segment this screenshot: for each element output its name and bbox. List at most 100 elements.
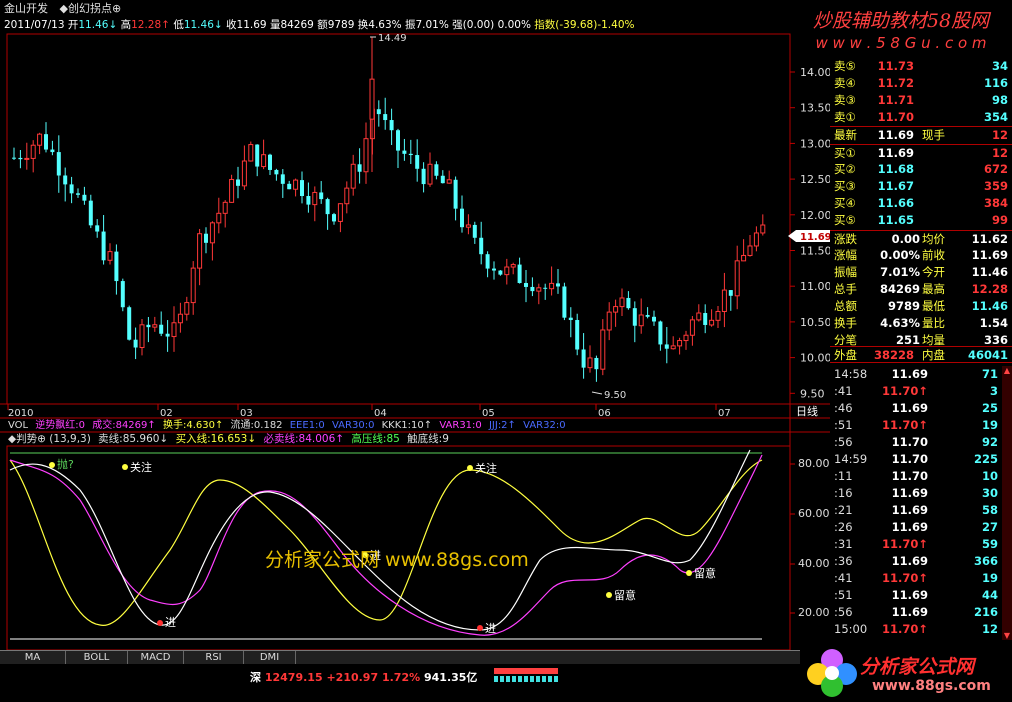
tick-scrollbar[interactable]: ▲ ▼: [1002, 366, 1012, 641]
stat-label: 总手: [834, 282, 857, 296]
stat-row: 总手 84269 最高 12.28: [830, 281, 1012, 298]
tick-time: :46: [834, 401, 853, 415]
tick-volume: 10: [981, 469, 998, 483]
stat-value-2: 11.62: [971, 232, 1008, 246]
buy-level-2-volume: 672: [983, 162, 1008, 176]
tick-price: 11.70: [891, 469, 928, 483]
tick-price: 11.70↑: [881, 418, 928, 432]
tick-volume: 216: [973, 605, 998, 619]
date-label: 2010: [8, 408, 33, 419]
stat-label-2: 均价: [922, 232, 945, 246]
tick-price: 11.70↑: [881, 622, 928, 636]
watermark-88gs: 分析家公式网 www.88gs.com: [265, 549, 529, 571]
tick-time: :31: [834, 537, 853, 551]
label-stop: 抛?: [57, 457, 74, 471]
tick-volume: 71: [981, 367, 998, 381]
tick-volume: 30: [981, 486, 998, 500]
tick-volume: 92: [981, 435, 998, 449]
label-stay-2: 留意: [694, 566, 716, 580]
sell-level-4: 卖① 11.70 354: [830, 109, 1012, 126]
tick-volume: 44: [981, 588, 998, 602]
buy-level-5-label: 买⑤: [834, 213, 856, 227]
label-in-1: 进: [165, 616, 176, 629]
logo-url: www.88gs.com: [872, 678, 991, 694]
buy-level-4-price: 11.66: [877, 196, 914, 210]
tick-row: :21 11.69 58: [830, 502, 1012, 519]
stat-label: 换手: [834, 316, 857, 330]
market-pct: 1.72%: [381, 671, 421, 684]
date-label: 05: [482, 408, 495, 419]
buy-level-3-label: 买③: [834, 179, 856, 193]
formula-title[interactable]: ◆创幻拐点⊕: [60, 2, 122, 15]
buy-level-3: 买③ 11.67 359: [830, 178, 1012, 195]
osc-sell-line: [9, 449, 751, 631]
vol-indicator-line: VOL 逆势飘红:0 成交:84269↑ 换手:4.630↑ 流通:0.182 …: [8, 418, 566, 431]
osc-markers: 抛? 关注 关注 进 进 进 留意 留意: [49, 457, 716, 635]
tick-price: 11.70↑: [881, 571, 928, 585]
tick-row: 14:59 11.70 225: [830, 451, 1012, 468]
tick-time: 14:58: [834, 367, 868, 381]
osc-params: (13,9,3): [49, 433, 91, 445]
market-change: +210.97: [326, 671, 379, 684]
logo-88gs: 分析家公式网 www.88gs.com: [800, 640, 1012, 702]
market-index-value: 12479.15: [264, 671, 323, 684]
scroll-up-icon[interactable]: ▲: [1002, 366, 1012, 376]
stat-row: 总额 9789 最低 11.46: [830, 298, 1012, 315]
tick-row: :46 11.69 25: [830, 400, 1012, 417]
tick-time: :21: [834, 503, 853, 517]
price-tick: 10.00: [800, 352, 830, 365]
period-label[interactable]: 日线: [796, 404, 818, 418]
tick-price: 11.69: [891, 520, 928, 534]
vol-text5: 流通:0.182: [231, 418, 283, 431]
tick-time: 14:59: [834, 452, 868, 466]
tab-dmi[interactable]: DMI: [244, 651, 296, 665]
tick-time: :16: [834, 486, 853, 500]
stat-label-2: 最低: [922, 299, 945, 313]
tick-volume: 19: [981, 418, 998, 432]
logo-flower-icon: [804, 646, 860, 698]
sell-level-3-price: 11.71: [877, 93, 914, 107]
date-label: 03: [240, 408, 253, 419]
quote-panel: 卖⑤ 11.73 34 卖④ 11.72 116 卖③ 11.71 98 卖① 11.70 354 最…: [830, 58, 1012, 643]
kline-chart[interactable]: 14.00 13.50 13.00 12.50 12.00 11.50 11.00 10.50…: [0, 30, 830, 650]
vol-text10: JJJ:2↑: [488, 420, 516, 431]
price-tick: 11.00: [800, 280, 830, 293]
tab-rsi[interactable]: RSI: [184, 651, 244, 665]
sell-level-1-price: 11.73: [877, 59, 914, 73]
tab-macd[interactable]: MACD: [128, 651, 184, 665]
tick-volume: 12: [981, 622, 998, 636]
latest-price: 11.69: [877, 128, 914, 142]
tick-row: :41 11.70↑ 19: [830, 570, 1012, 587]
stat-label: 振幅: [834, 265, 857, 279]
tab-ma[interactable]: MA: [0, 651, 66, 665]
inner-value: 46041: [967, 348, 1008, 362]
tick-row: :51 11.70↑ 19: [830, 417, 1012, 434]
app-title: 金山开发: [4, 2, 48, 15]
logo-title: 分析家公式网: [860, 656, 975, 678]
stat-row: 换手 4.63% 量比 1.54: [830, 315, 1012, 332]
vol-text8: KKK1:10↑: [382, 420, 433, 431]
osc-tick-40: 40.00: [798, 557, 830, 570]
sell-level-3: 卖③ 11.71 98: [830, 92, 1012, 109]
market-index[interactable]: 深 12479.15 +210.97 1.72% 941.35亿: [250, 669, 477, 685]
buy-level-2-price: 11.68: [877, 162, 914, 176]
tick-price: 11.70: [891, 435, 928, 449]
stat-label-2: 今开: [922, 265, 945, 279]
tick-volume: 366: [973, 554, 998, 568]
osc-must: 必卖线:84.006↑: [264, 432, 345, 445]
tick-volume: 27: [981, 520, 998, 534]
tick-volume: 19: [981, 571, 998, 585]
date-label: 02: [160, 408, 173, 419]
tick-time: :56: [834, 605, 853, 619]
now-hand-label: 现手: [922, 128, 945, 142]
osc-bottom: 触底线:9: [407, 432, 449, 445]
sell-level-1: 卖⑤ 11.73 34: [830, 58, 1012, 75]
osc-name: ◆判势⊕: [8, 432, 46, 445]
tab-boll[interactable]: BOLL: [66, 651, 128, 665]
tick-time: :41: [834, 384, 853, 398]
tick-volume: 25: [981, 401, 998, 415]
sell-level-2-label: 卖④: [834, 76, 856, 90]
tick-price: 11.69: [891, 486, 928, 500]
stat-label: 涨幅: [834, 248, 857, 262]
outer-label: 外盘: [834, 348, 857, 362]
